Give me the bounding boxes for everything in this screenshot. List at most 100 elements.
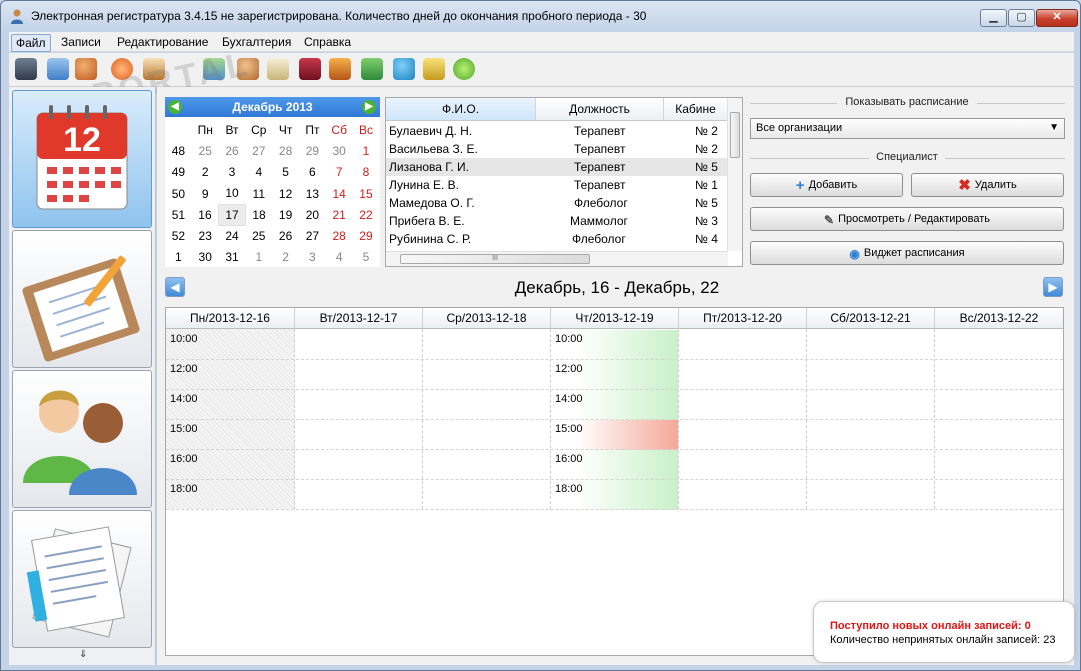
calendar-day[interactable]: 4 xyxy=(326,247,353,268)
save-icon[interactable] xyxy=(15,58,37,80)
calendar-day[interactable]: 14 xyxy=(326,183,353,204)
column-header-room[interactable]: Кабине xyxy=(664,98,728,121)
calendar-day[interactable]: 30 xyxy=(192,247,219,268)
calendar-day[interactable]: 5 xyxy=(272,162,299,183)
menu-help[interactable]: Справка xyxy=(300,34,355,50)
table-row[interactable]: Булаевич Д. Н. Терапевт № 2 xyxy=(386,122,728,140)
table-row[interactable]: Лунина Е. В. Терапевт № 1 xyxy=(386,176,728,194)
new-badge-icon[interactable] xyxy=(111,58,133,80)
sidebar-calendar[interactable]: 12 xyxy=(12,90,152,228)
calendar-day[interactable]: 9 xyxy=(192,183,219,204)
calendar-day[interactable]: 6 xyxy=(299,162,326,183)
refresh-icon[interactable] xyxy=(47,58,69,80)
calendar-day[interactable]: 5 xyxy=(353,247,380,268)
schedule-widget-button[interactable]: ◉ Виджет расписания xyxy=(750,241,1064,265)
calendar-day[interactable]: 28 xyxy=(272,140,299,161)
gift-icon[interactable] xyxy=(329,58,351,80)
calendar-day[interactable]: 16 xyxy=(192,204,219,225)
day-header[interactable]: Пн/2013-12-16 xyxy=(166,308,295,329)
close-button[interactable]: ✕ xyxy=(1036,9,1078,27)
calendar-day[interactable]: 20 xyxy=(299,204,326,225)
maximize-button[interactable]: ▢ xyxy=(1008,9,1035,27)
calendar-day[interactable]: 25 xyxy=(245,225,272,246)
vertical-scrollbar[interactable] xyxy=(727,98,742,251)
calendar-day[interactable]: 29 xyxy=(299,140,326,161)
calendar-day[interactable]: 7 xyxy=(326,162,353,183)
menu-file[interactable]: Файл xyxy=(11,34,51,52)
calendar-day[interactable]: 11 xyxy=(245,183,272,204)
calendar-day[interactable]: 13 xyxy=(299,183,326,204)
calendar-day[interactable]: 3 xyxy=(219,162,246,183)
calendar-next-button[interactable]: ▶ xyxy=(362,100,376,114)
week-prev-button[interactable]: ◀ xyxy=(165,277,185,297)
table-row[interactable]: Прибега В. Е. Маммолог № 3 xyxy=(386,212,728,230)
user-add-icon[interactable] xyxy=(237,58,259,80)
menu-records[interactable]: Записи xyxy=(57,34,105,50)
calendar-day[interactable]: 25 xyxy=(192,140,219,161)
calendar-day[interactable]: 10 xyxy=(219,183,246,204)
day-header[interactable]: Вт/2013-12-17 xyxy=(295,308,423,329)
calendar-day[interactable]: 27 xyxy=(299,225,326,246)
calendar-day[interactable]: 22 xyxy=(353,204,380,225)
table-row[interactable]: Рубинина С. Р. Флеболог № 4 xyxy=(386,230,728,248)
add-specialist-button[interactable]: + Добавить xyxy=(750,173,903,197)
view-edit-button[interactable]: ✎ Просмотреть / Редактировать xyxy=(750,207,1064,231)
minimize-button[interactable]: ▁ xyxy=(980,9,1007,27)
notepad-icon[interactable] xyxy=(267,58,289,80)
calendar-day[interactable]: 12 xyxy=(272,183,299,204)
calendar-day[interactable]: 26 xyxy=(272,225,299,246)
day-header[interactable]: Пт/2013-12-20 xyxy=(679,308,807,329)
table-row-selected[interactable]: Лизанова Г. И. Терапевт № 5 xyxy=(386,158,728,176)
week-next-button[interactable]: ▶ xyxy=(1043,277,1063,297)
calendar-day[interactable]: 4 xyxy=(245,162,272,183)
column-header-name[interactable]: Ф.И.О. xyxy=(386,98,536,121)
vertical-scroll-thumb[interactable] xyxy=(730,112,740,158)
calendar-day[interactable]: 3 xyxy=(299,247,326,268)
calendar-day[interactable]: 31 xyxy=(219,247,246,268)
map-icon[interactable] xyxy=(203,58,225,80)
horizontal-scrollbar[interactable]: III xyxy=(386,251,728,266)
sticky-note-icon[interactable] xyxy=(423,58,445,80)
sms-icon[interactable] xyxy=(453,58,475,80)
sidebar-documents[interactable] xyxy=(12,510,152,648)
calendar-day-selected[interactable]: 17 xyxy=(218,203,246,226)
book-icon[interactable] xyxy=(299,58,321,80)
calendar-day[interactable]: 27 xyxy=(245,140,272,161)
home-icon[interactable] xyxy=(143,58,165,80)
day-header[interactable]: Ср/2013-12-18 xyxy=(423,308,551,329)
sidebar-clipboard[interactable] xyxy=(12,230,152,368)
calendar-month-title[interactable]: Декабрь 2013 xyxy=(165,100,380,114)
calendar-day[interactable]: 23 xyxy=(192,225,219,246)
horizontal-scroll-thumb[interactable]: III xyxy=(400,254,590,264)
calendar-day[interactable]: 19 xyxy=(272,204,299,225)
download-icon[interactable] xyxy=(361,58,383,80)
calendar-day[interactable]: 1 xyxy=(353,140,380,161)
calendar-day[interactable]: 2 xyxy=(192,162,219,183)
column-header-position[interactable]: Должность xyxy=(536,98,664,121)
calendar-day[interactable]: 30 xyxy=(326,140,353,161)
sidebar-clients[interactable] xyxy=(12,370,152,508)
calendar-day[interactable]: 1 xyxy=(245,247,272,268)
calendar-day[interactable]: 18 xyxy=(245,204,272,225)
calendar-day[interactable]: 24 xyxy=(219,225,246,246)
calendar-day[interactable]: 21 xyxy=(326,204,353,225)
calendar-day[interactable]: 29 xyxy=(353,225,380,246)
calendar-day[interactable]: 15 xyxy=(353,183,380,204)
calendar-day[interactable]: 26 xyxy=(219,140,246,161)
day-header[interactable]: Вс/2013-12-22 xyxy=(935,308,1063,329)
table-row[interactable]: Васильева З. Е. Терапевт № 2 xyxy=(386,140,728,158)
day-header[interactable]: Чт/2013-12-19 xyxy=(551,308,679,329)
table-row[interactable]: Мамедова О. Г. Флеболог № 5 xyxy=(386,194,728,212)
delete-specialist-button[interactable]: ✖ Удалить xyxy=(911,173,1064,197)
sidebar-more-icon[interactable]: ⇓ xyxy=(79,649,87,660)
calendar-day[interactable]: 2 xyxy=(272,247,299,268)
online-bookings-notification[interactable]: Поступило новых онлайн записей: 0 Количе… xyxy=(813,601,1075,663)
calendar-day[interactable]: 8 xyxy=(353,162,380,183)
organization-select[interactable]: Все организации ▼ xyxy=(750,118,1065,139)
calendar-day[interactable]: 28 xyxy=(326,225,353,246)
user-info-icon[interactable] xyxy=(393,58,415,80)
menu-edit[interactable]: Редактирование xyxy=(113,34,212,50)
menu-accounting[interactable]: Бухгалтерия xyxy=(218,34,295,50)
add-user-icon[interactable] xyxy=(75,58,97,80)
day-header[interactable]: Сб/2013-12-21 xyxy=(807,308,935,329)
